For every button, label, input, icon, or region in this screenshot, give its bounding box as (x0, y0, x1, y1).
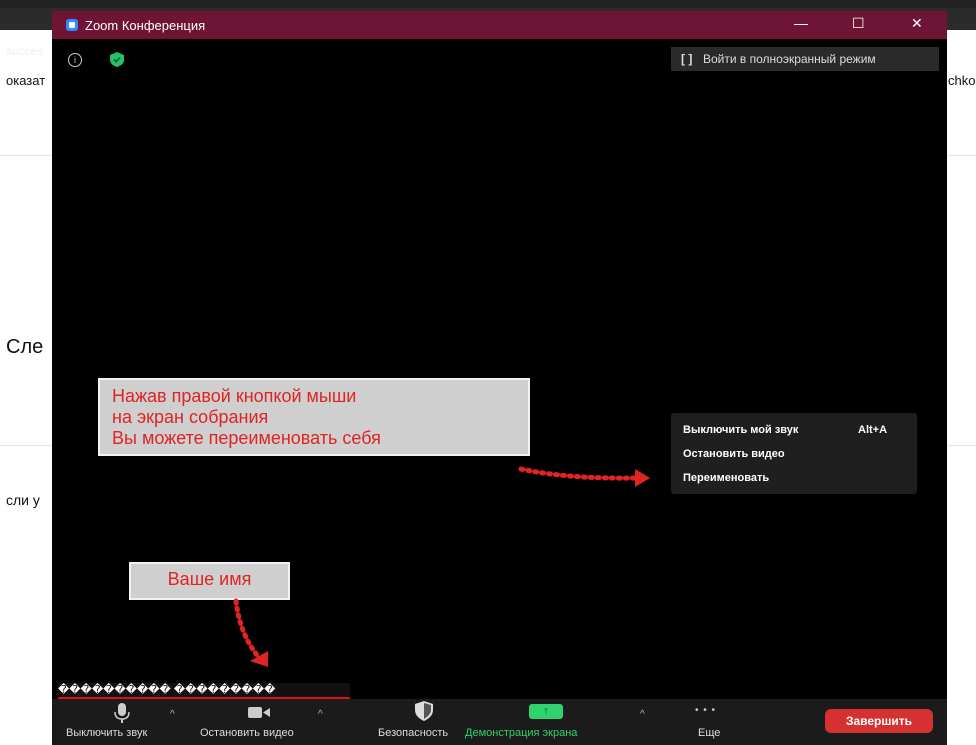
menu-item-mute[interactable]: Выключить мой звук (683, 424, 798, 436)
background-heading: Сле (6, 336, 44, 358)
security-label: Безопасность (378, 727, 449, 739)
menu-item-stop-video[interactable]: Остановить видео (683, 448, 785, 460)
more-button[interactable]: • • • Еще (695, 699, 735, 745)
mute-button[interactable]: Выключить звук (66, 699, 186, 745)
security-button[interactable]: Безопасность (378, 699, 478, 745)
title-bar: Zoom Конференция — ☐ ✕ (52, 11, 947, 39)
security-shield-icon (415, 701, 433, 721)
share-screen-icon: ↑ (529, 704, 563, 719)
arrow-to-menu-icon (518, 466, 650, 487)
background-text: сли у (6, 492, 40, 508)
minimize-button[interactable]: — (794, 15, 808, 31)
rename-hint-callout: Нажав правой кнопкой мыши на экран собра… (98, 378, 530, 456)
video-options-caret[interactable]: ^ (318, 709, 323, 720)
arrow-to-name-icon (233, 598, 268, 667)
end-meeting-button[interactable]: Завершить (825, 709, 933, 733)
share-screen-button[interactable]: ↑ Демонстрация экрана (465, 699, 630, 745)
close-button[interactable]: ✕ (911, 15, 923, 32)
meeting-toolbar: Выключить звук ^ Остановить видео ^ Безо… (52, 699, 947, 745)
window-title: Zoom Конференция (85, 18, 206, 33)
fullscreen-icon: [ ] (681, 52, 693, 66)
participant-name-label: ���������� ��������� (58, 683, 350, 698)
mute-label: Выключить звук (66, 727, 148, 739)
microphone-icon (114, 703, 130, 723)
maximize-button[interactable]: ☐ (852, 15, 865, 32)
stop-video-button[interactable]: Остановить видео (200, 699, 340, 745)
your-name-callout: Ваше имя (129, 562, 290, 600)
more-dots-icon: • • • (695, 705, 717, 716)
background-fragment: chko (948, 73, 976, 88)
encryption-shield-icon[interactable] (110, 52, 124, 67)
background-fragment: succes (6, 44, 44, 58)
menu-item-rename[interactable]: Переименовать (683, 472, 769, 484)
menu-shortcut: Alt+A (858, 424, 888, 436)
zoom-logo-icon (66, 19, 78, 31)
audio-options-caret[interactable]: ^ (170, 709, 175, 720)
browser-tabbar (0, 0, 976, 8)
callout-line: Нажав правой кнопкой мыши (112, 386, 357, 406)
video-camera-icon (248, 707, 270, 718)
stop-video-label: Остановить видео (200, 727, 294, 739)
meeting-info-icon[interactable]: i (68, 53, 82, 67)
fullscreen-button[interactable]: [ ] Войти в полноэкранный режим (671, 47, 939, 71)
callout-line: на экран собрания (112, 407, 269, 427)
callout-line: Вы можете переименовать себя (112, 428, 381, 448)
share-screen-label: Демонстрация экрана (465, 727, 578, 739)
more-label: Еще (698, 727, 721, 739)
zoom-meeting-window: Zoom Конференция — ☐ ✕ i [ ] Войти в пол… (52, 11, 947, 745)
background-fragment: оказат (6, 73, 46, 88)
fullscreen-label: Войти в полноэкранный режим (703, 52, 876, 66)
share-options-caret[interactable]: ^ (640, 709, 645, 720)
context-menu: Выключить мой звук Alt+A Остановить виде… (671, 413, 917, 494)
